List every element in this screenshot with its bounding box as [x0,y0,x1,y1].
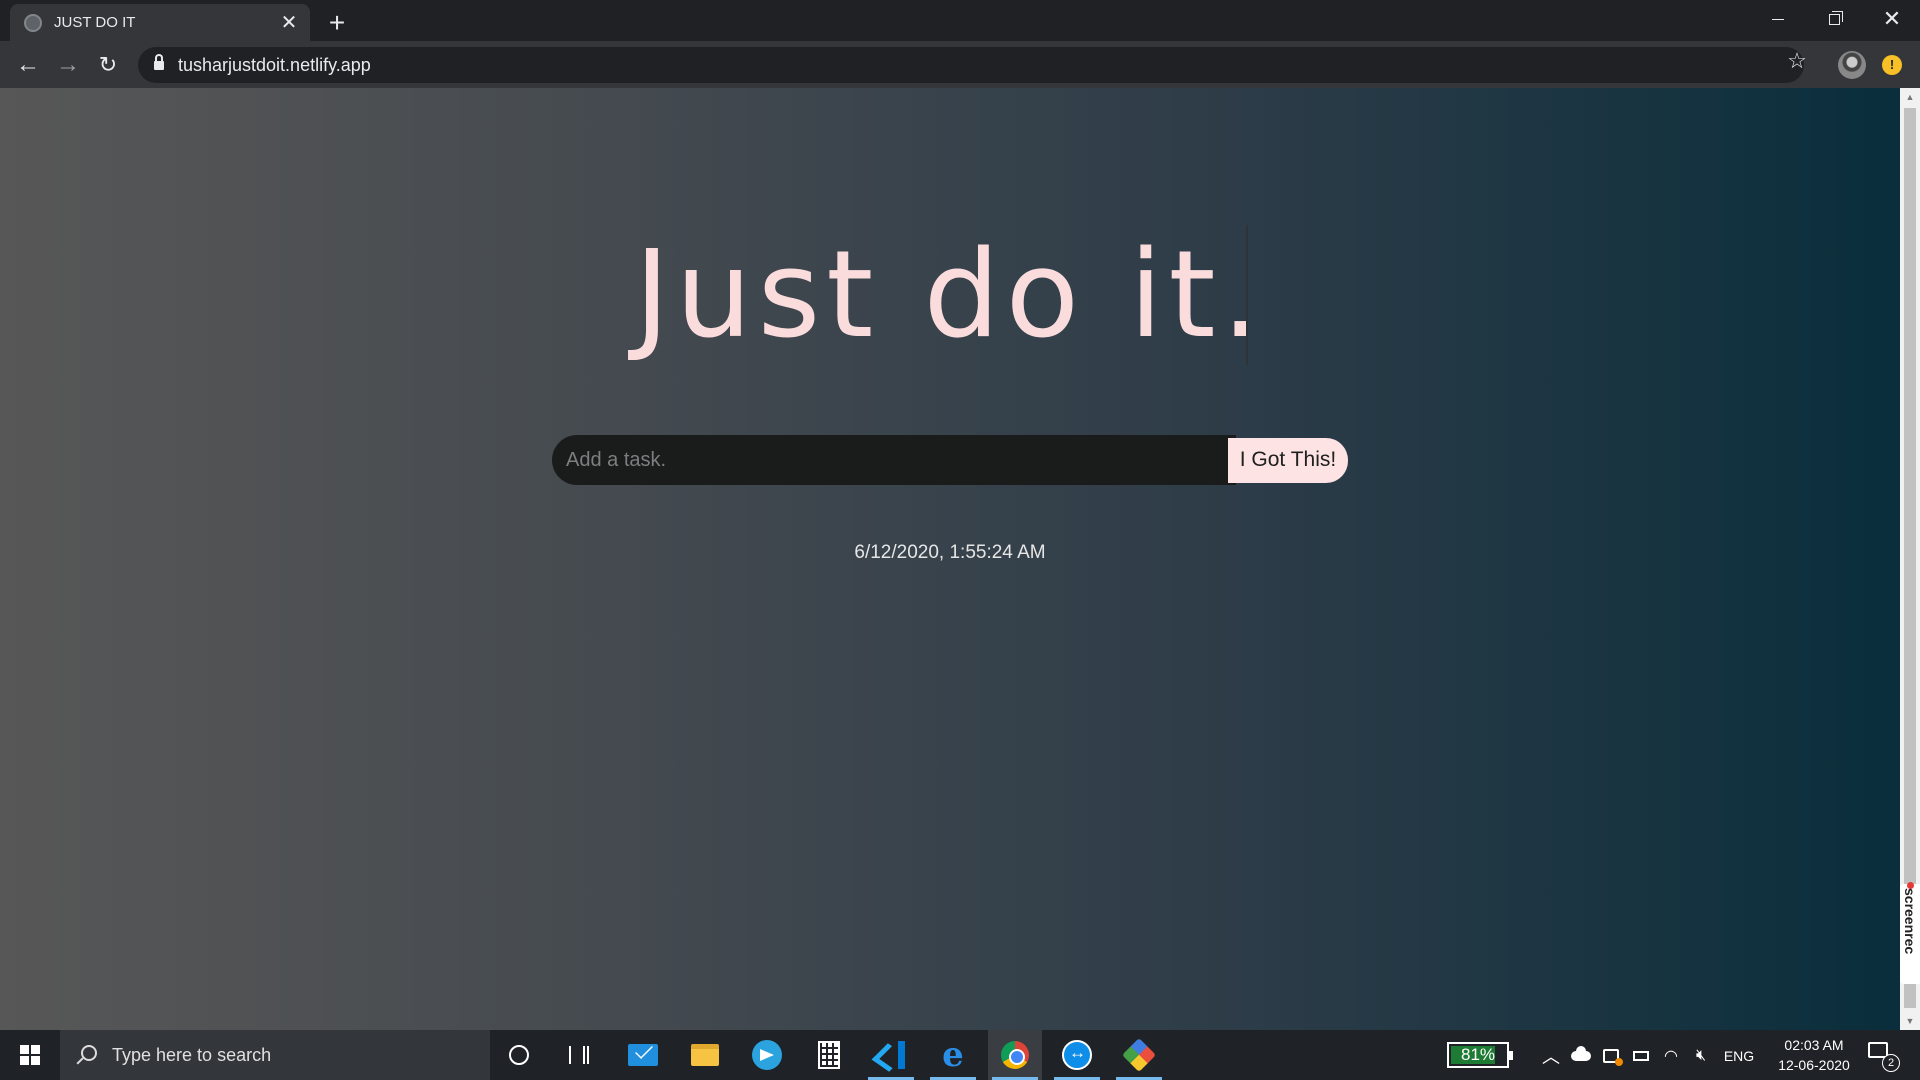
cortana-icon [509,1045,529,1065]
calculator-icon [818,1041,840,1069]
security-alert-icon[interactable] [1598,1045,1624,1067]
calculator-button[interactable] [802,1030,856,1080]
task-view-button[interactable] [552,1030,606,1080]
chrome-button[interactable] [988,1030,1042,1080]
browser-tab[interactable]: JUST DO IT ✕ [10,4,310,41]
mail-app-button[interactable] [616,1030,670,1080]
scroll-up-icon[interactable]: ▲ [1900,88,1920,106]
file-explorer-button[interactable] [678,1030,732,1080]
mail-icon [628,1044,658,1066]
battery-percent: 81% [1460,1045,1496,1064]
globe-icon [24,13,42,32]
taskbar-search[interactable]: Type here to search [60,1030,490,1080]
chrome-icon [1001,1041,1029,1069]
clock-date: 12-06-2020 [1778,1057,1850,1073]
task-input[interactable] [552,435,1236,485]
cortana-button[interactable] [492,1030,546,1080]
text-caret [1246,225,1248,365]
start-button[interactable] [0,1030,60,1080]
close-window-button[interactable]: ✕ [1864,0,1920,38]
reload-button[interactable]: ↻ [92,49,124,81]
git-icon [1122,1038,1156,1072]
windows-logo-icon [20,1045,40,1065]
windows-taskbar: Type here to search e 81% ︿ ◠ 🔇︎ ENG 02:… [0,1030,1920,1080]
new-tab-button[interactable]: + [322,7,352,38]
page-viewport: Just do it. I Got This! 6/12/2020, 1:55:… [0,88,1900,1030]
show-hidden-icons-chevron-icon[interactable]: ︿ [1538,1045,1564,1067]
browser-toolbar: ← → ↻ tusharjustdoit.netlify.app [0,41,1920,88]
teamviewer-icon [1062,1040,1092,1070]
restore-icon [1828,10,1843,25]
vscode-button[interactable] [864,1030,918,1080]
search-icon [76,1045,97,1065]
bookmark-star-icon[interactable]: ☆ [1782,48,1812,74]
taskbar-clock[interactable]: 02:03 AM 12-06-2020 [1766,1035,1862,1075]
lock-icon[interactable] [154,54,164,71]
search-placeholder: Type here to search [112,1044,272,1065]
screen-recorder-badge[interactable]: screenrec [1900,882,1920,984]
clock-time: 02:03 AM [1784,1037,1844,1053]
vscode-icon [877,1041,905,1069]
minimize-icon [1772,18,1784,20]
notification-count: 2 [1882,1054,1900,1072]
restore-button[interactable] [1806,0,1862,38]
page-title: Just do it. [634,226,1266,365]
edge-icon: e [942,1035,964,1075]
current-datetime: 6/12/2020, 1:55:24 AM [854,542,1046,563]
language-indicator[interactable]: ENG [1720,1045,1758,1067]
battery-tray-icon[interactable] [1628,1045,1654,1067]
profile-avatar[interactable] [1838,51,1866,79]
extension-alert-icon[interactable]: ! [1882,55,1902,75]
task-view-icon [569,1046,589,1064]
git-button[interactable] [1112,1030,1166,1080]
minimize-button[interactable] [1750,0,1806,38]
close-icon[interactable]: ✕ [278,12,300,34]
volume-muted-icon[interactable]: 🔇︎ [1688,1045,1714,1067]
teamviewer-button[interactable] [1050,1030,1104,1080]
action-center-button[interactable]: 2 [1868,1042,1900,1072]
edge-button[interactable]: e [926,1030,980,1080]
file-explorer-icon [691,1044,719,1066]
url-text[interactable]: tusharjustdoit.netlify.app [178,55,371,76]
browser-titlebar: JUST DO IT ✕ + ✕ [0,0,1920,41]
wifi-icon[interactable]: ◠ [1658,1045,1684,1067]
battery-indicator[interactable]: 81% [1447,1042,1513,1068]
recorder-label: screenrec [1902,888,1918,955]
submit-task-button[interactable]: I Got This! [1228,437,1348,483]
scroll-thumb[interactable] [1904,108,1916,1008]
forward-button[interactable]: → [52,49,84,81]
onedrive-cloud-icon[interactable] [1568,1045,1594,1067]
telegram-button[interactable] [740,1030,794,1080]
tab-title: JUST DO IT [54,14,136,31]
telegram-icon [752,1040,782,1070]
task-form: I Got This! [552,435,1348,485]
scroll-down-icon[interactable]: ▼ [1900,1012,1920,1030]
back-button[interactable]: ← [12,49,44,81]
address-bar[interactable]: tusharjustdoit.netlify.app [138,47,1804,83]
